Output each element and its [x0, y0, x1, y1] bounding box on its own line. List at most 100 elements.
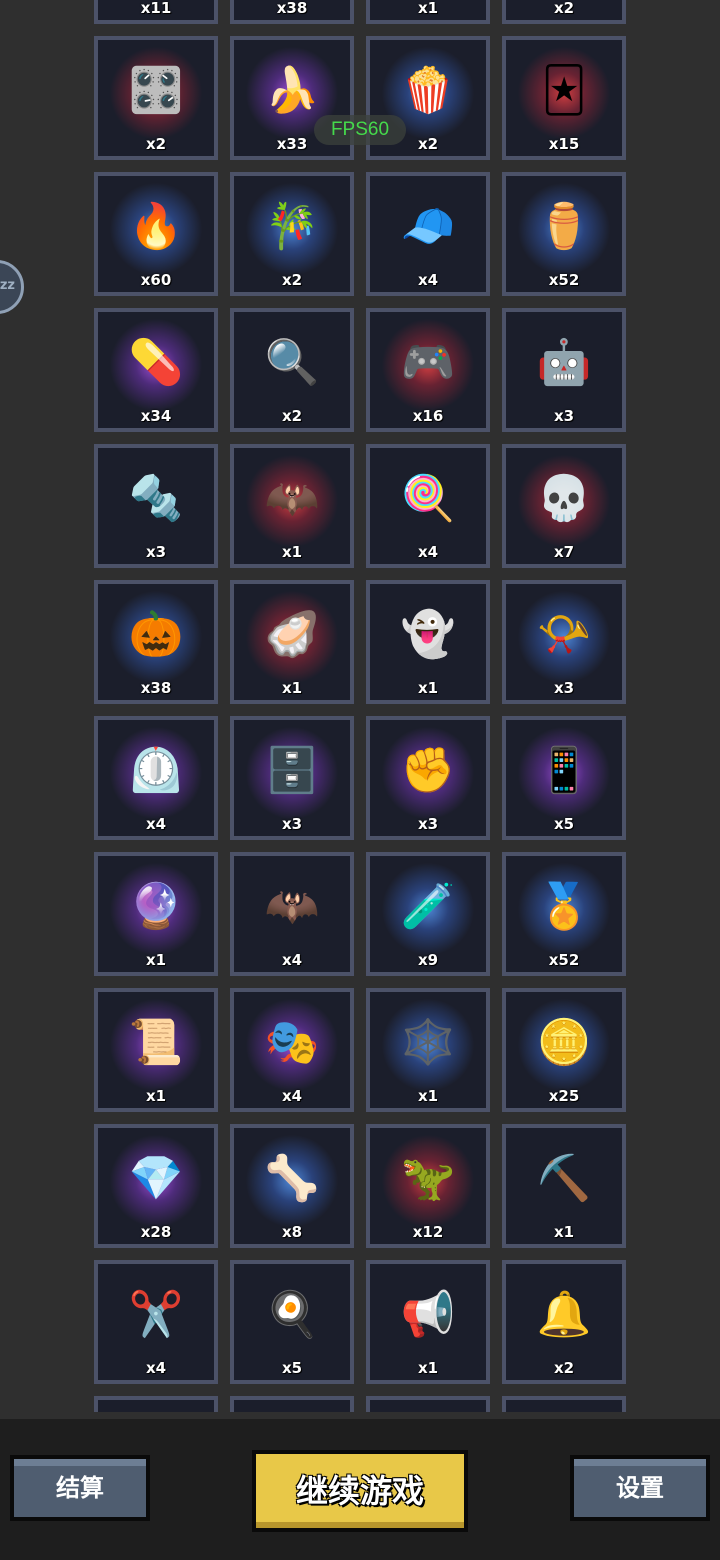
- item-count: x1: [281, 679, 303, 697]
- spider-web-icon: 🕸️: [400, 1017, 456, 1069]
- inventory-slot[interactable]: 👻 x1: [366, 580, 490, 704]
- inventory-slot[interactable]: 🎋 x2: [230, 172, 354, 296]
- inventory-slot[interactable]: 🎮 x16: [366, 308, 490, 432]
- inventory-slot[interactable]: 🍭 x4: [366, 444, 490, 568]
- bat-wing-icon: 🦇: [264, 881, 320, 933]
- item-count: x1: [553, 1223, 575, 1241]
- inventory-slot[interactable]: 🕸️ x1: [366, 988, 490, 1112]
- settle-button[interactable]: 结算: [10, 1455, 150, 1521]
- inventory-slot[interactable]: ⛏️ x1: [502, 1124, 626, 1248]
- inventory-slot[interactable]: 🎛️ x2: [94, 36, 218, 160]
- continue-game-button[interactable]: 继续游戏: [252, 1450, 468, 1532]
- item-count: x4: [145, 815, 167, 833]
- side-handle-label: zz: [0, 278, 15, 293]
- inventory-slot[interactable]: 🪙 x25: [502, 988, 626, 1112]
- bell-icon: 🔔: [536, 1289, 592, 1341]
- item-count: x52: [548, 271, 580, 289]
- inventory-slot[interactable]: 🔔 x2: [502, 1260, 626, 1384]
- ghost-creature-icon: 👻: [400, 609, 456, 661]
- item-count: x3: [553, 679, 575, 697]
- inventory-slot[interactable]: [230, 1396, 354, 1412]
- gamepad-icon: 🎮: [400, 337, 456, 389]
- screw-icon: 🔩: [128, 473, 184, 525]
- pickaxe-icon: ⛏️: [536, 1153, 592, 1205]
- frying-pan-icon: 🍳: [264, 1289, 320, 1341]
- timer-icon: ⏲️: [128, 745, 184, 797]
- inventory-slot[interactable]: 🦇 x1: [230, 444, 354, 568]
- inventory-slot[interactable]: [94, 1396, 218, 1412]
- magnifier-icon: 🔍: [264, 337, 320, 389]
- crystal-icon: 🔮: [128, 881, 184, 933]
- item-count: x4: [281, 951, 303, 969]
- diamond-icon: 💎: [128, 1153, 184, 1205]
- inventory-slot[interactable]: 🤖 x3: [502, 308, 626, 432]
- inventory-slot[interactable]: 🔮 x1: [94, 852, 218, 976]
- inventory-slot[interactable]: ✊ x3: [366, 716, 490, 840]
- rarity-glow: [380, 1405, 476, 1412]
- bamboo-icon: 🎋: [264, 201, 320, 253]
- item-count: x9: [417, 951, 439, 969]
- item-count: x1: [281, 543, 303, 561]
- item-count: x1: [417, 0, 439, 17]
- item-count: x4: [417, 543, 439, 561]
- bone-icon: 🦴: [264, 1153, 320, 1205]
- inventory-slot[interactable]: 🦴 x8: [230, 1124, 354, 1248]
- inventory-slot[interactable]: 💎 x28: [94, 1124, 218, 1248]
- inventory-slot[interactable]: ⚱️ x52: [502, 172, 626, 296]
- inventory-slot[interactable]: [502, 1396, 626, 1412]
- inventory-slot[interactable]: 🧪 x9: [366, 852, 490, 976]
- inventory-slot[interactable]: x2: [502, 0, 626, 24]
- item-count: x2: [553, 1359, 575, 1377]
- inventory-slot[interactable]: 🎭 x4: [230, 988, 354, 1112]
- inventory-slot[interactable]: 🃏 x15: [502, 36, 626, 160]
- inventory-slot[interactable]: ⏲️ x4: [94, 716, 218, 840]
- horn-icon: 📯: [536, 609, 592, 661]
- inventory-slot[interactable]: x38: [230, 0, 354, 24]
- rarity-glow: [244, 1405, 340, 1412]
- item-count: x7: [553, 543, 575, 561]
- item-count: x11: [140, 0, 172, 17]
- inventory-slot[interactable]: x1: [366, 0, 490, 24]
- inventory-slot[interactable]: 📯 x3: [502, 580, 626, 704]
- inventory-scroll-area[interactable]: x11 x38 x1 x2 🎛️ x2 🍌 x33 🍿 x2 🃏 x15 🔥 x60 🎋 x2 🧢 x4 ⚱️ x52…: [0, 0, 720, 1412]
- inventory-slot[interactable]: 🧢 x4: [366, 172, 490, 296]
- inventory-slot[interactable]: 📜 x1: [94, 988, 218, 1112]
- inventory-slot[interactable]: 🔍 x2: [230, 308, 354, 432]
- inventory-slot[interactable]: 🦪 x1: [230, 580, 354, 704]
- inventory-slot[interactable]: 🔩 x3: [94, 444, 218, 568]
- inventory-slot[interactable]: 📱 x5: [502, 716, 626, 840]
- item-count: x25: [548, 1087, 580, 1105]
- inventory-slot[interactable]: 🗄️ x3: [230, 716, 354, 840]
- inventory-slot[interactable]: ✂️ x4: [94, 1260, 218, 1384]
- item-count: x3: [553, 407, 575, 425]
- inventory-slot[interactable]: 🎃 x38: [94, 580, 218, 704]
- settings-button[interactable]: 设置: [570, 1455, 710, 1521]
- inventory-grid: x11 x38 x1 x2 🎛️ x2 🍌 x33 🍿 x2 🃏 x15 🔥 x60 🎋 x2 🧢 x4 ⚱️ x52…: [94, 0, 626, 1412]
- inventory-slot[interactable]: 💀 x7: [502, 444, 626, 568]
- item-count: x1: [145, 951, 167, 969]
- monster-jaw-icon: 🦖: [400, 1153, 456, 1205]
- item-count: x1: [145, 1087, 167, 1105]
- inventory-slot[interactable]: 🔥 x60: [94, 172, 218, 296]
- potion-icon: 🧪: [400, 881, 456, 933]
- item-count: x52: [548, 951, 580, 969]
- item-count: x4: [145, 1359, 167, 1377]
- fist-icon: ✊: [400, 745, 456, 797]
- pearl-shell-icon: 🦪: [264, 609, 320, 661]
- item-count: x60: [140, 271, 172, 289]
- inventory-slot[interactable]: 🍳 x5: [230, 1260, 354, 1384]
- item-count: x5: [281, 1359, 303, 1377]
- item-count: x1: [417, 1087, 439, 1105]
- medal-icon: 🏅: [536, 881, 592, 933]
- robot-claw-icon: 🤖: [536, 337, 592, 389]
- item-count: x2: [145, 135, 167, 153]
- inventory-slot[interactable]: [366, 1396, 490, 1412]
- inventory-slot[interactable]: 💊 x34: [94, 308, 218, 432]
- item-count: x8: [281, 1223, 303, 1241]
- inventory-slot[interactable]: 📢 x1: [366, 1260, 490, 1384]
- inventory-slot[interactable]: x11: [94, 0, 218, 24]
- inventory-slot[interactable]: 🦇 x4: [230, 852, 354, 976]
- inventory-slot[interactable]: 🏅 x52: [502, 852, 626, 976]
- inventory-slot[interactable]: 🦖 x12: [366, 1124, 490, 1248]
- item-count: x12: [412, 1223, 444, 1241]
